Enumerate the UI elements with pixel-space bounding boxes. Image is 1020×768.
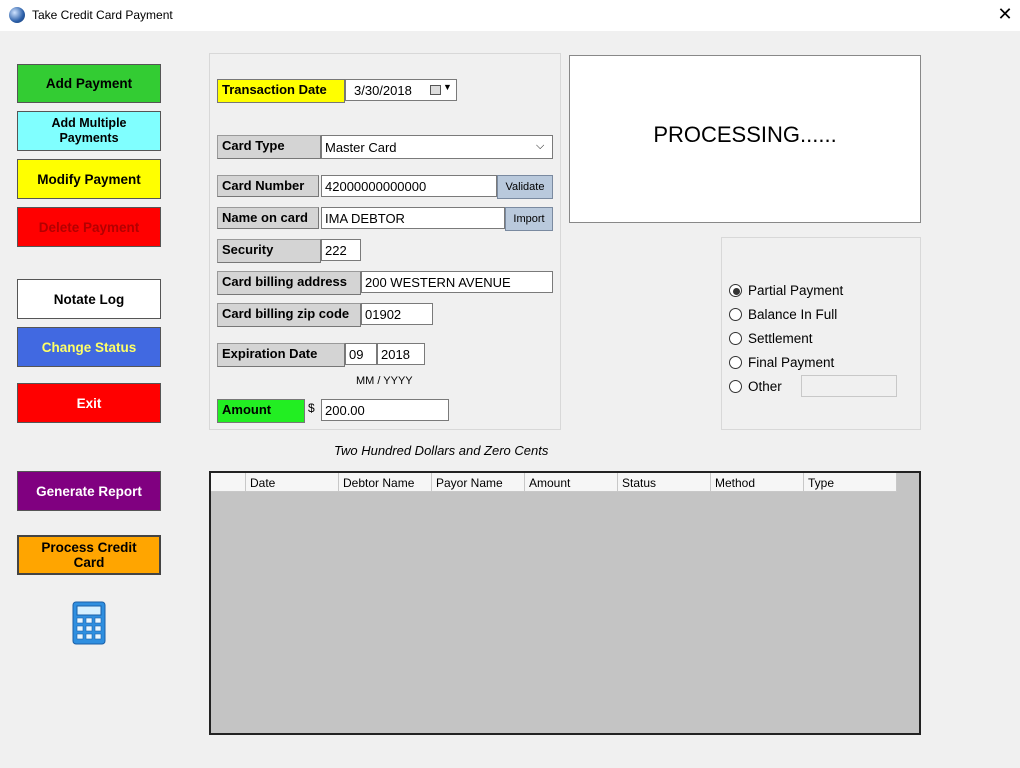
security-label: Security xyxy=(217,239,321,263)
import-button[interactable]: Import xyxy=(505,207,553,231)
expiration-month-input[interactable]: 09 xyxy=(345,343,377,365)
transaction-date-value: 3/30/2018 xyxy=(354,83,412,98)
generate-report-button[interactable]: Generate Report xyxy=(17,471,161,511)
billing-zip-label: Card billing zip code xyxy=(217,303,361,327)
billing-zip-input[interactable]: 01902 xyxy=(361,303,433,325)
delete-payment-button[interactable]: Delete Payment xyxy=(17,207,161,247)
amount-input[interactable]: 200.00 xyxy=(321,399,449,421)
radio-label: Partial Payment xyxy=(748,283,844,298)
other-amount-input[interactable] xyxy=(801,375,897,397)
security-input[interactable]: 222 xyxy=(321,239,361,261)
processing-status-text: PROCESSING...... xyxy=(653,122,837,147)
radio-button[interactable] xyxy=(729,356,742,369)
amount-label: Amount xyxy=(217,399,305,423)
modify-payment-button[interactable]: Modify Payment xyxy=(17,159,161,199)
billing-address-input[interactable]: 200 WESTERN AVENUE xyxy=(361,271,553,293)
radio-label: Balance In Full xyxy=(748,307,838,322)
column-header-amount[interactable]: Amount xyxy=(525,473,618,492)
add-multiple-payments-button[interactable]: Add Multiple Payments xyxy=(17,111,161,151)
expiration-date-label: Expiration Date xyxy=(217,343,345,367)
notate-log-button[interactable]: Notate Log xyxy=(17,279,161,319)
radio-label: Other xyxy=(748,379,782,394)
chevron-down-icon: ⌵ xyxy=(536,139,545,152)
window-title: Take Credit Card Payment xyxy=(32,8,173,22)
column-header-date[interactable]: Date xyxy=(246,473,339,492)
card-type-value: Master Card xyxy=(325,140,397,155)
column-header-method[interactable]: Method xyxy=(711,473,804,492)
chevron-down-icon: ▼ xyxy=(443,82,452,92)
calendar-icon[interactable] xyxy=(430,85,441,95)
column-header-payor-name[interactable]: Payor Name xyxy=(432,473,525,492)
amount-in-words: Two Hundred Dollars and Zero Cents xyxy=(334,443,549,458)
column-header-type[interactable]: Type xyxy=(804,473,897,492)
payments-table[interactable] xyxy=(209,471,921,735)
radio-button[interactable] xyxy=(729,380,742,393)
expiration-year-input[interactable]: 2018 xyxy=(377,343,425,365)
table-row-header-corner xyxy=(211,473,246,492)
process-credit-card-button[interactable]: Process Credit Card xyxy=(17,535,161,575)
calculator-icon[interactable] xyxy=(72,601,106,645)
radio-button[interactable] xyxy=(729,284,742,297)
radio-button[interactable] xyxy=(729,332,742,345)
radio-label: Final Payment xyxy=(748,355,835,370)
currency-symbol: $ xyxy=(308,401,315,415)
expiration-format-hint: MM / YYYY xyxy=(356,375,413,387)
transaction-date-label: Transaction Date xyxy=(217,79,345,103)
name-on-card-input[interactable]: IMA DEBTOR xyxy=(321,207,505,229)
name-on-card-label: Name on card xyxy=(217,207,319,229)
close-icon[interactable]: ✕ xyxy=(994,4,1016,26)
add-payment-button[interactable]: Add Payment xyxy=(17,64,161,103)
validate-button[interactable]: Validate xyxy=(497,175,553,199)
exit-button[interactable]: Exit xyxy=(17,383,161,423)
transaction-date-picker[interactable]: 3/30/2018 ▼ xyxy=(345,79,457,101)
radio-label: Settlement xyxy=(748,331,813,346)
app-globe-icon xyxy=(9,7,25,23)
radio-button[interactable] xyxy=(729,308,742,321)
card-type-select[interactable]: Master Card ⌵ xyxy=(321,135,553,159)
billing-address-label: Card billing address xyxy=(217,271,361,295)
column-header-debtor-name[interactable]: Debtor Name xyxy=(339,473,432,492)
change-status-button[interactable]: Change Status xyxy=(17,327,161,367)
card-number-label: Card Number xyxy=(217,175,319,197)
column-header-status[interactable]: Status xyxy=(618,473,711,492)
card-number-input[interactable]: 42000000000000 xyxy=(321,175,497,197)
card-type-label: Card Type xyxy=(217,135,321,159)
